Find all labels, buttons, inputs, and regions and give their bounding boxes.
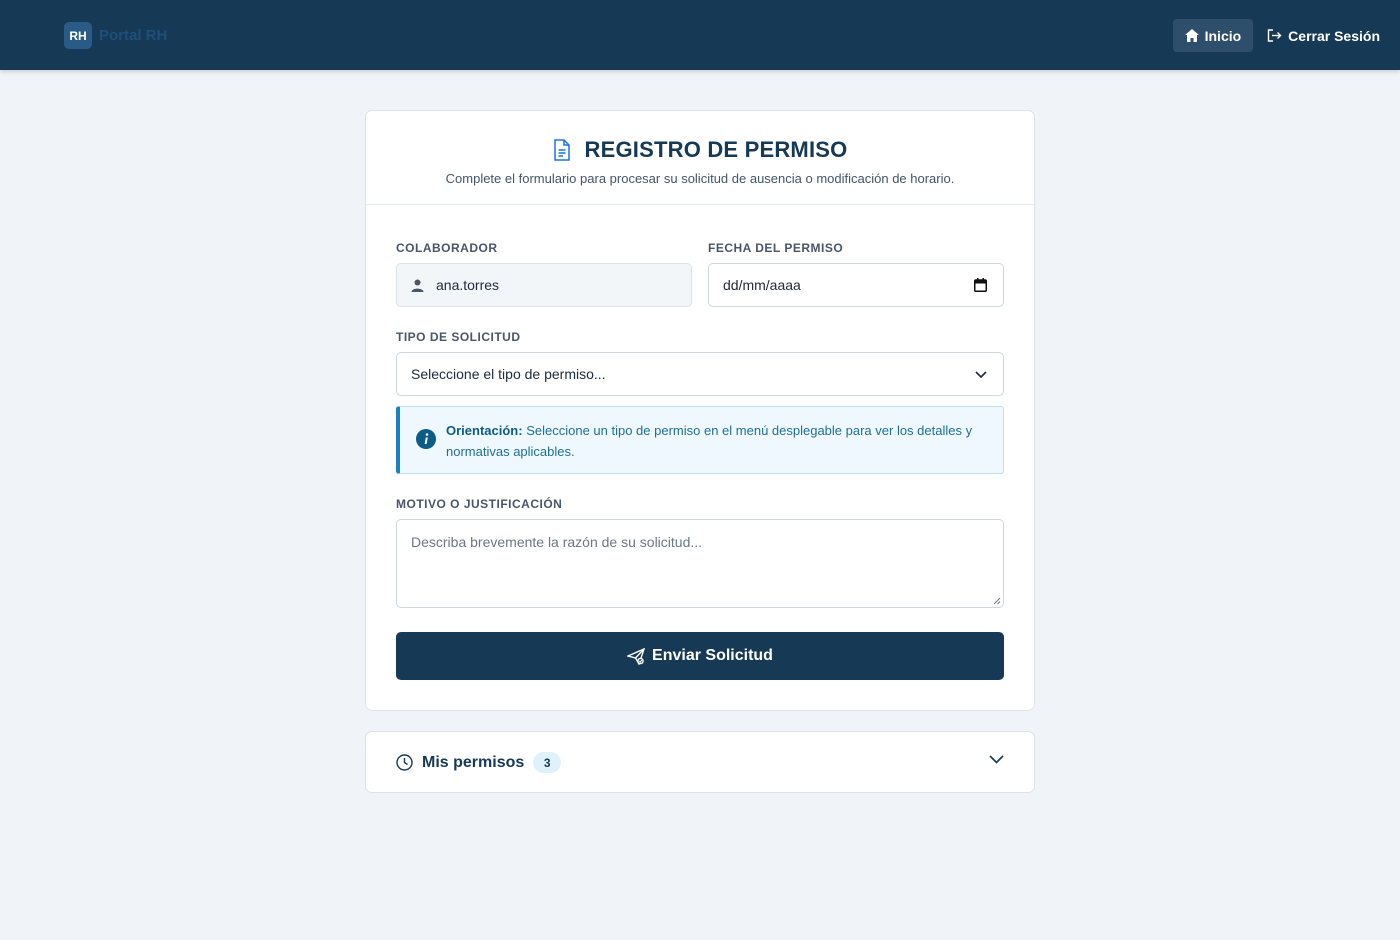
info-alert: Orientación: Seleccione un tipo de permi…: [396, 406, 1004, 474]
date-label: FECHA DEL PERMISO: [708, 241, 844, 255]
collaborator-label: COLABORADOR: [396, 241, 498, 255]
my-permits-title: Mis permisos: [422, 753, 525, 771]
reason-placeholder: Describa brevemente la razón de su solic…: [411, 534, 703, 550]
info-text: Orientación: Seleccione un tipo de permi…: [446, 420, 986, 462]
date-input[interactable]: dd/mm/aaaa: [708, 263, 1004, 307]
chevron-down-icon: [975, 371, 987, 379]
logout-icon: [1267, 29, 1282, 42]
page-subtitle: Complete el formulario para procesar su …: [445, 171, 955, 186]
permit-type-value: Seleccione el tipo de permiso...: [411, 366, 606, 382]
info-body: Seleccione un tipo de permiso en el menú…: [446, 423, 973, 459]
home-icon: [1184, 29, 1199, 42]
submit-button[interactable]: Enviar Solicitud: [396, 632, 1004, 680]
page-title: REGISTRO DE PERMISO: [584, 137, 848, 162]
info-title: Orientación:: [446, 423, 523, 438]
date-input-value: dd/mm/aaaa: [723, 277, 801, 293]
clock-icon: [396, 754, 413, 771]
document-icon: [553, 139, 570, 161]
send-icon: [627, 647, 646, 665]
reason-textarea[interactable]: Describa brevemente la razón de su solic…: [396, 519, 1004, 608]
chevron-down-icon[interactable]: [989, 755, 1004, 764]
permit-form-card: REGISTRO DE PERMISO Complete el formular…: [365, 110, 1035, 711]
permit-type-select[interactable]: Seleccione el tipo de permiso...: [396, 352, 1004, 396]
logout-button[interactable]: Cerrar Sesión: [1255, 19, 1380, 52]
resize-grip-icon[interactable]: [993, 597, 1001, 605]
permits-count-badge: 3: [533, 752, 562, 773]
submit-button-label: Enviar Solicitud: [652, 647, 773, 664]
info-icon: [416, 429, 436, 449]
top-navbar: RH Portal RH Inicio Cerrar Sesión: [0, 0, 1400, 70]
home-button[interactable]: Inicio: [1172, 19, 1254, 52]
nav-actions: Inicio Cerrar Sesión: [1172, 19, 1380, 52]
my-permits-accordion[interactable]: Mis permisos 3: [365, 731, 1035, 793]
collaborator-value: ana.torres: [436, 277, 500, 293]
home-button-label: Inicio: [1204, 27, 1242, 44]
brand-text: Portal RH: [99, 27, 168, 44]
reason-label: MOTIVO O JUSTIFICACIÓN: [396, 497, 563, 511]
calendar-icon[interactable]: [974, 278, 987, 292]
form-header: REGISTRO DE PERMISO Complete el formular…: [366, 111, 1034, 205]
logout-button-label: Cerrar Sesión: [1288, 27, 1380, 44]
brand-logo[interactable]: RH Portal RH: [64, 22, 167, 49]
user-icon: [411, 279, 424, 292]
brand-badge: RH: [64, 22, 92, 49]
collaborator-field: ana.torres: [396, 263, 692, 307]
type-label: TIPO DE SOLICITUD: [396, 330, 521, 344]
